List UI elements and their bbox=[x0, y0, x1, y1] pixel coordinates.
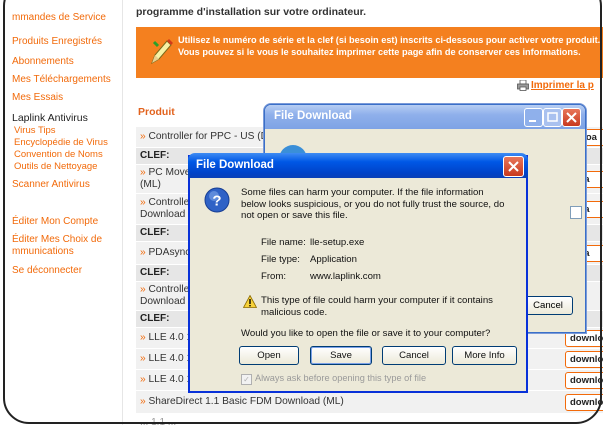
dialog-titlebar[interactable]: File Download bbox=[188, 153, 528, 178]
product-name: PDAsync bbox=[148, 247, 191, 258]
sidebar-link-edit-account[interactable]: Éditer Mon Compte bbox=[12, 216, 98, 227]
sidebar-sublink-cleaning-tools[interactable]: Outils de Nettoyage bbox=[14, 161, 97, 172]
more-info-button[interactable]: More Info bbox=[452, 346, 517, 365]
printer-icon[interactable] bbox=[517, 80, 529, 91]
file-type-value: Application bbox=[310, 254, 357, 265]
file-name-row: File name: lle-setup.exe bbox=[261, 237, 364, 248]
product-name: PC Move bbox=[148, 167, 191, 178]
sidebar-link-subscriptions[interactable]: Abonnements bbox=[12, 56, 74, 67]
dialog-title: File Download bbox=[196, 159, 274, 171]
file-download-dialog: File Download ? Some files can harm your… bbox=[188, 153, 528, 393]
clef-label: CLEF: bbox=[140, 150, 170, 161]
open-button[interactable]: Open bbox=[239, 346, 299, 365]
clef-label: CLEF: bbox=[140, 267, 170, 278]
download-button[interactable]: downloa bbox=[565, 394, 603, 411]
intro-text: programme d'installation sur votre ordin… bbox=[136, 6, 367, 18]
product-name-line2: (ML) bbox=[140, 179, 161, 190]
caution-text: This type of file could harm your comput… bbox=[261, 295, 493, 318]
account-sidebar: mmandes de Service Produits Enregistrés … bbox=[0, 0, 123, 425]
sidebar-link-logout[interactable]: Se déconnecter bbox=[12, 265, 82, 276]
file-name-label: File name: bbox=[261, 237, 306, 248]
cancel-button[interactable]: Cancel bbox=[382, 346, 446, 365]
svg-text:?: ? bbox=[212, 193, 221, 210]
product-name: LLE 4.0 1 bbox=[148, 374, 193, 385]
question-icon: ? bbox=[204, 187, 230, 213]
download-button[interactable]: downloa bbox=[565, 351, 603, 368]
clef-label: CLEF: bbox=[140, 227, 170, 238]
maximize-icon[interactable] bbox=[543, 108, 562, 127]
sidebar-link-scanner[interactable]: Scanner Antivirus bbox=[12, 179, 90, 190]
file-type-label: File type: bbox=[261, 254, 300, 265]
minimize-icon[interactable] bbox=[524, 108, 543, 127]
warning-text: Some files can harm your computer. If th… bbox=[241, 187, 505, 221]
download-button[interactable]: downloa bbox=[565, 372, 603, 389]
close-icon[interactable] bbox=[562, 108, 581, 127]
background-dialog-title: File Download bbox=[274, 110, 352, 122]
background-cancel-button[interactable]: Cancel bbox=[523, 296, 573, 315]
product-name: LLE 4.0 1 bbox=[148, 332, 193, 343]
product-name: ShareDirect 1.1 Basic FDM Download (ML) bbox=[148, 396, 344, 407]
product-name: Controlle bbox=[148, 284, 190, 295]
table-row: » ShareDirect 1.1 Basic FDM Download (ML… bbox=[136, 391, 603, 414]
product-name-line2: Download bbox=[140, 209, 186, 220]
sidebar-sublink-naming-convention[interactable]: Convention de Noms bbox=[14, 149, 103, 160]
sidebar-link-orders[interactable]: mmandes de Service bbox=[12, 12, 106, 23]
notice-text: Utilisez le numéro de série et la clef (… bbox=[178, 35, 601, 57]
background-dialog-titlebar[interactable]: File Download bbox=[265, 105, 585, 129]
save-button[interactable]: Save bbox=[310, 346, 372, 365]
warning-icon bbox=[243, 295, 257, 308]
file-name-value: lle-setup.exe bbox=[310, 237, 365, 248]
sidebar-link-edit-communications-cont[interactable]: mmunications bbox=[12, 246, 74, 257]
question-text: Would you like to open the file or save … bbox=[241, 328, 491, 339]
print-page-link[interactable]: Imprimer la p bbox=[531, 80, 594, 91]
cut-off-row-text: ... 1.1 ... bbox=[140, 417, 177, 425]
sidebar-section-title: Laplink Antivirus bbox=[12, 112, 88, 124]
always-ask-row: ✓ Always ask before opening this type of … bbox=[241, 373, 426, 385]
product-column-header: Produit bbox=[138, 106, 175, 118]
sidebar-sublink-virus-encyclopedia[interactable]: Encyclopédie de Virus bbox=[14, 137, 108, 148]
always-ask-label: Always ask before opening this type of f… bbox=[255, 373, 427, 383]
product-name: Controller for PPC - US (D bbox=[148, 131, 268, 142]
activation-notice: Utilisez le numéro de série et la clef (… bbox=[136, 27, 603, 78]
web-page: mmandes de Service Produits Enregistrés … bbox=[0, 0, 603, 425]
always-ask-checkbox[interactable]: ✓ bbox=[241, 374, 252, 385]
sidebar-link-downloads[interactable]: Mes Téléchargements bbox=[12, 74, 111, 85]
product-name: LLE 4.0 1 bbox=[148, 353, 193, 364]
progress-field bbox=[570, 206, 582, 219]
sidebar-sublink-virus-tips[interactable]: Virus Tips bbox=[14, 125, 56, 136]
clef-label: CLEF: bbox=[140, 313, 170, 324]
pencil-icon bbox=[151, 39, 173, 65]
file-type-row: File type: Application bbox=[261, 254, 357, 265]
from-row: From: www.laplink.com bbox=[261, 271, 381, 282]
sidebar-link-trials[interactable]: Mes Essais bbox=[12, 92, 63, 103]
close-icon[interactable] bbox=[503, 156, 524, 177]
product-name-line2: Download bbox=[140, 296, 186, 307]
sidebar-link-edit-communications[interactable]: Éditer Mes Choix de bbox=[12, 234, 102, 245]
from-value: www.laplink.com bbox=[310, 271, 381, 282]
product-name: Controlle bbox=[148, 197, 190, 208]
from-label: From: bbox=[261, 271, 287, 282]
dialog-body: ? Some files can harm your computer. If … bbox=[190, 178, 526, 391]
sidebar-link-registered-products[interactable]: Produits Enregistrés bbox=[12, 36, 102, 47]
